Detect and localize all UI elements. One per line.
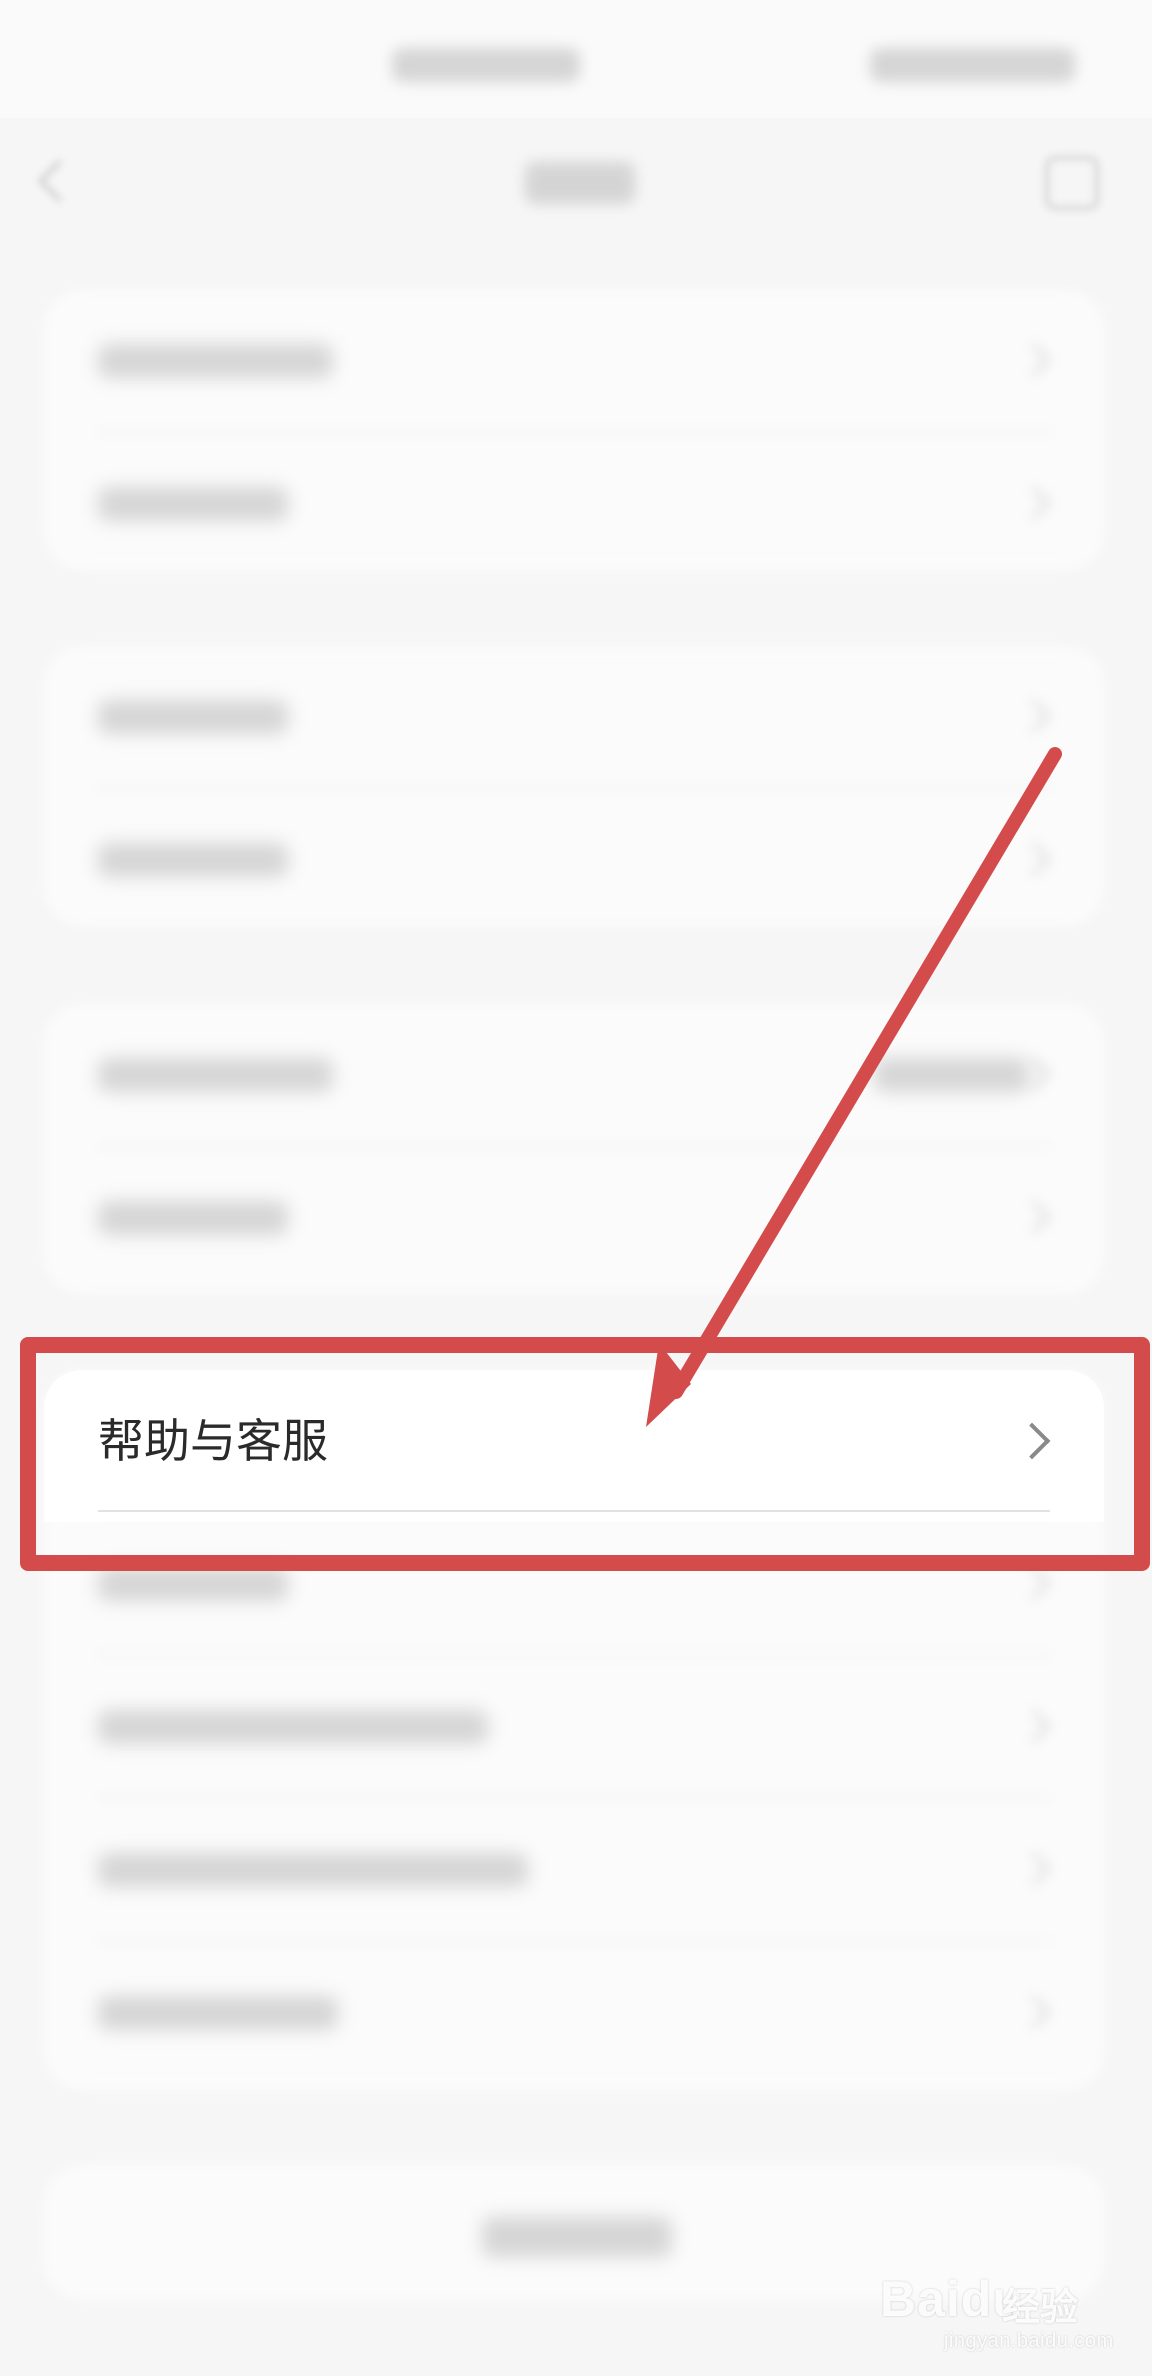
settings-row-label bbox=[98, 843, 288, 877]
chevron-right-icon bbox=[1017, 699, 1051, 733]
chevron-right-icon bbox=[1017, 1709, 1051, 1743]
settings-group-1 bbox=[44, 290, 1104, 570]
baidu-jingyan-watermark: Baidu 经验 jingyan.baidu.com bbox=[880, 2252, 1114, 2352]
settings-row-label bbox=[98, 1201, 288, 1235]
chevron-right-icon bbox=[1017, 1995, 1051, 2029]
settings-screen: 帮助与客服 Baidu 经验 jingyan.baidu.com bbox=[0, 0, 1152, 2376]
help-and-customer-service-label: 帮助与客服 bbox=[98, 1414, 328, 1468]
page-title bbox=[525, 162, 635, 204]
settings-row[interactable] bbox=[44, 433, 1104, 576]
settings-row-label bbox=[98, 1853, 528, 1887]
chevron-right-icon bbox=[1017, 343, 1051, 377]
settings-row-label bbox=[98, 1567, 288, 1601]
settings-row-label bbox=[98, 344, 333, 378]
bottom-action-label[interactable] bbox=[482, 2217, 672, 2257]
back-icon[interactable] bbox=[37, 159, 81, 203]
chevron-right-icon bbox=[1017, 1566, 1051, 1600]
chevron-right-icon bbox=[1017, 486, 1051, 520]
settings-row[interactable] bbox=[44, 789, 1104, 932]
settings-row[interactable] bbox=[44, 1942, 1104, 2085]
status-bar-text-left bbox=[392, 48, 580, 82]
menu-icon[interactable] bbox=[1045, 156, 1099, 210]
settings-row-label bbox=[98, 1710, 488, 1744]
chevron-right-icon bbox=[1013, 1422, 1051, 1460]
watermark-site: jingyan.baidu.com bbox=[944, 2330, 1114, 2352]
settings-row[interactable] bbox=[44, 1147, 1104, 1290]
settings-row-value bbox=[874, 1058, 1029, 1092]
chevron-right-icon bbox=[1017, 1852, 1051, 1886]
status-bar bbox=[0, 0, 1152, 118]
settings-row-label bbox=[98, 1996, 338, 2030]
settings-group-3 bbox=[44, 1004, 1104, 1294]
chevron-right-icon bbox=[1017, 842, 1051, 876]
settings-row[interactable] bbox=[44, 1513, 1104, 1656]
chevron-right-icon bbox=[1017, 1200, 1051, 1234]
row-divider bbox=[98, 1510, 1050, 1512]
settings-row-label bbox=[98, 700, 288, 734]
settings-row-label bbox=[98, 487, 288, 521]
settings-row-label bbox=[98, 1058, 333, 1092]
watermark-product: 经验 bbox=[1002, 2287, 1079, 2329]
settings-row[interactable] bbox=[44, 1799, 1104, 1942]
settings-row[interactable] bbox=[44, 1004, 1104, 1147]
help-and-customer-service-row[interactable]: 帮助与客服 bbox=[44, 1370, 1104, 1522]
top-app-bar bbox=[0, 118, 1152, 248]
status-bar-text-right bbox=[870, 48, 1075, 82]
settings-row[interactable] bbox=[44, 290, 1104, 433]
settings-row[interactable] bbox=[44, 646, 1104, 789]
settings-group-2 bbox=[44, 646, 1104, 926]
settings-row[interactable] bbox=[44, 1656, 1104, 1799]
